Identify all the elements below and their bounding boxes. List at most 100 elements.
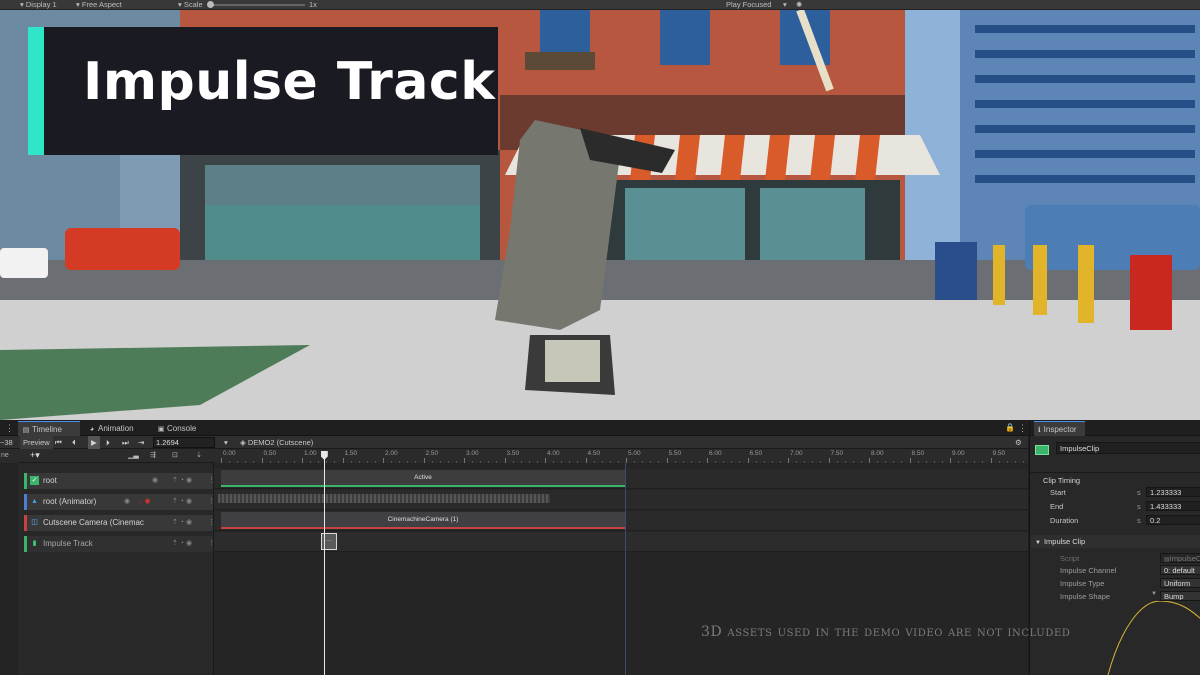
settings-gear-icon[interactable]: ✺ <box>796 0 802 10</box>
ruler-tick-label: 7.00 <box>790 450 803 457</box>
title-card: Impulse Track <box>28 27 498 155</box>
ruler-tick-label: 2.00 <box>385 450 398 457</box>
snap-icon[interactable]: ▁▃ <box>128 451 139 459</box>
playhead-line[interactable] <box>323 451 325 675</box>
tab-timeline[interactable]: ▤ Timeline <box>18 421 80 436</box>
prev-frame-icon[interactable]: ⏴ <box>72 436 76 449</box>
gutter-label: ne <box>0 449 18 463</box>
track-impulse-label: Impulse Track <box>43 539 93 548</box>
lock-icon[interactable]: 🔒 <box>1005 423 1015 432</box>
tab-console-label: Console <box>167 424 197 433</box>
duration-field[interactable]: 0.2 <box>1146 515 1200 525</box>
duration-label: Duration <box>1050 516 1079 525</box>
checkbox-icon[interactable]: ✓ <box>30 476 39 485</box>
script-field: ▤ImpulseC <box>1160 553 1200 563</box>
ruler-tick-label: 6.50 <box>749 450 763 457</box>
current-time-field[interactable]: 1.2694 <box>153 437 215 448</box>
clip-timing-heading: Clip Timing <box>1043 476 1081 485</box>
console-icon: ▣ <box>157 426 165 433</box>
pin-icon[interactable]: ⇡ ◔ ◉ <box>172 515 192 531</box>
ruler-tick-label: 9.50 <box>992 450 1006 457</box>
info-icon: ℹ <box>1038 427 1041 434</box>
object-name-field[interactable]: ImpulseClip <box>1056 442 1200 454</box>
title-text: Impulse Track <box>83 52 496 112</box>
next-frame-icon[interactable]: ⏵ <box>106 436 110 449</box>
track-header-camera[interactable]: ◫ Cutscene Camera (Cinemac ⇡ ◔ ◉ ⋮ <box>24 515 215 531</box>
scale-slider-knob[interactable] <box>207 1 214 8</box>
divider <box>1030 472 1200 473</box>
impulse-clip-section[interactable]: ▼ Impulse Clip <box>1031 535 1200 548</box>
pin-icon[interactable]: ⇡ ◔ ◉ <box>172 494 192 510</box>
impulse-curve-preview <box>1107 601 1200 675</box>
tab-animation[interactable]: ◕ Animation <box>84 421 152 436</box>
asset-dropdown-chevron-icon[interactable]: ▾ <box>224 436 228 449</box>
ruler-tick-label: 0.00 <box>223 450 236 457</box>
play-icon[interactable]: ▶ <box>88 436 100 449</box>
aspect-label: Free Aspect <box>81 0 122 9</box>
marker-icon[interactable]: ⇣ <box>196 451 202 459</box>
loop-icon[interactable]: ⇥ <box>138 436 144 449</box>
duration-unit: s <box>1137 516 1141 525</box>
tab-console[interactable]: ▣ Console <box>153 421 213 436</box>
animator-icon: ▲ <box>31 498 38 505</box>
asset-selector[interactable]: ◈ DEMO2 (Cutscene) <box>240 436 313 449</box>
time-ruler[interactable]: 0.00 0.50 1.00 1.50 2.00 2.50 3.00 3.50 4.00 4.50… <box>214 449 1028 463</box>
title-accent-bar <box>28 27 44 155</box>
track-header-impulse[interactable]: ▮ Impulse Track ⇡ ◔ ◉ ⋮ <box>24 536 215 552</box>
scale-slider[interactable] <box>207 1 305 8</box>
ruler-tick-label: 9.00 <box>952 450 965 457</box>
script-label: Script <box>1060 554 1080 563</box>
goto-start-icon[interactable]: ⏮ <box>55 436 62 449</box>
clip-camera-label: CinemachineCamera (1) <box>387 516 459 523</box>
impulse-track-icon: ▮ <box>32 540 37 547</box>
track-header-root[interactable]: ✓ root ◉ ⇡ ◔ ◉ ⋮ <box>24 473 215 489</box>
play-mode-dropdown[interactable]: Play Focused <box>726 0 771 10</box>
shape-label: Impulse Shape <box>1060 592 1111 601</box>
pin-icon[interactable]: ⇡ ◔ ◉ <box>172 536 192 552</box>
track-animator-label: root (Animator) <box>43 497 97 506</box>
type-dropdown[interactable]: Uniform <box>1160 578 1200 588</box>
clip-active-label: Active <box>414 474 432 481</box>
start-field[interactable]: 1.233333 <box>1146 487 1200 497</box>
aspect-dropdown[interactable]: ▾ Free Aspect <box>76 0 122 10</box>
clip-cinemachine[interactable]: CinemachineCamera (1) <box>221 512 625 529</box>
panel-menu-icon[interactable]: ⋮ <box>5 423 14 434</box>
foldout-chevron-icon: ▼ <box>1035 540 1041 546</box>
display-label: Display 1 <box>25 0 57 9</box>
start-label: Start <box>1050 488 1066 497</box>
asset-name: DEMO2 (Cutscene) <box>247 438 314 447</box>
track-header-animator[interactable]: ▲ root (Animator) ◉ ⸝ ◉ ⇡ ◔ ◉ ⋮ <box>24 494 215 510</box>
record-icon[interactable]: ⸝ ◉ <box>139 494 151 510</box>
shape-dropdown[interactable]: Bump <box>1160 591 1200 601</box>
end-label: End <box>1050 502 1064 511</box>
goto-end-icon[interactable]: ⏭ <box>122 436 129 449</box>
target-icon[interactable]: ◉ <box>152 473 158 489</box>
ruler-tick-label: 3.00 <box>466 450 479 457</box>
zoom-icon[interactable]: ⊡ <box>172 451 178 459</box>
display-dropdown[interactable]: ▾ Display 1 <box>20 0 57 10</box>
tab-inspector[interactable]: ℹ Inspector <box>1034 421 1085 436</box>
timeline-settings-icon[interactable]: ⚙ <box>1015 436 1022 449</box>
timeline-end-line <box>625 463 626 675</box>
track-camera-label: Cutscene Camera (Cinemac <box>43 518 144 527</box>
clip-active[interactable]: Active <box>221 470 625 487</box>
ruler-tick-label: 0.50 <box>263 450 277 457</box>
target-icon[interactable]: ◉ <box>124 494 130 510</box>
ruler-tick-label: 8.50 <box>911 450 925 457</box>
play-mode-chevron-icon[interactable]: ▾ <box>783 0 787 10</box>
camera-icon: ◫ <box>31 519 38 526</box>
ruler-tick-label: 2.50 <box>425 450 439 457</box>
watermark-text: 3D assets used in the demo video are not… <box>701 624 1071 640</box>
pin-icon[interactable]: ⇡ ◔ ◉ <box>172 473 192 489</box>
panel-tab-bar: ⋮ ▤ Timeline ◕ Animation ▣ Console 🔒 ⋮ <box>0 421 1028 436</box>
tab-options-icon[interactable]: ⋮ <box>1018 423 1027 434</box>
ripple-icon[interactable]: ⇶ <box>150 451 156 459</box>
ruler-tick-label: 7.50 <box>830 450 844 457</box>
add-track-icon[interactable]: +▾ <box>30 450 40 461</box>
clip-animation-curve[interactable] <box>218 494 550 503</box>
clip-area[interactable]: Active CinemachineCamera (1) ··· <box>214 463 1028 675</box>
end-field[interactable]: 1.433333 <box>1146 501 1200 511</box>
frame-label: ~38 <box>0 438 13 447</box>
preview-toggle[interactable]: Preview <box>20 436 53 449</box>
channel-dropdown[interactable]: 0: default <box>1160 565 1200 575</box>
